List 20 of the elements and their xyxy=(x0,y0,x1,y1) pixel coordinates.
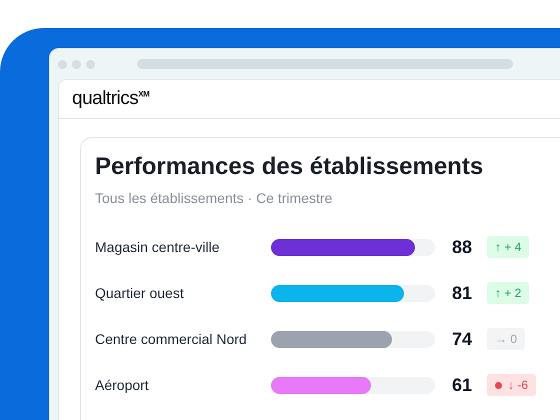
location-name: Centre commercial Nord xyxy=(95,331,248,347)
score-value: 81 xyxy=(451,282,474,304)
score-value: 88 xyxy=(451,236,474,258)
window-dot-icon xyxy=(58,60,67,68)
change-badge: ↑ + 4 xyxy=(487,236,530,258)
card-subtitle: Tous les établissements · Ce trimestre xyxy=(95,190,334,206)
window-dot-icon xyxy=(72,60,81,68)
score-value: 74 xyxy=(451,328,474,350)
address-bar[interactable] xyxy=(137,59,513,69)
location-name: Magasin centre-ville xyxy=(95,239,220,255)
change-badge: ↑ + 2 xyxy=(487,282,530,304)
dot-icon xyxy=(495,382,502,388)
card-title: Performances des établissements xyxy=(95,153,484,181)
score-value: 61 xyxy=(451,374,474,396)
change-badge: → 0 xyxy=(487,328,526,350)
location-name: Quartier ouest xyxy=(95,285,185,301)
brand-logo: qualtrics$^{XM}$ xyxy=(72,88,150,110)
window-dot-icon xyxy=(86,60,95,68)
location-name: Aéroport xyxy=(95,377,150,393)
change-badge: ↓ -6 xyxy=(487,374,536,396)
